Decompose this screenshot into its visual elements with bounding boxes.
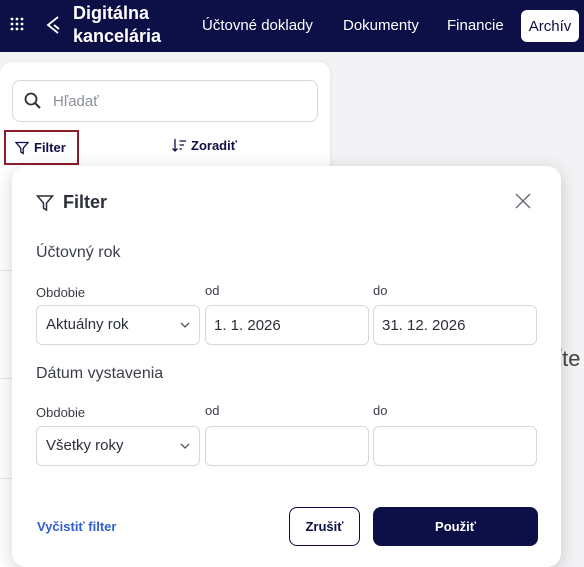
sort-button[interactable]: Zoradiť [172, 138, 237, 153]
section-title-uctovny-rok: Účtovný rok [36, 244, 121, 261]
search-placeholder: Hľadať [53, 93, 99, 110]
period-label: Obdobie [36, 285, 86, 300]
to-label: do [373, 283, 388, 298]
filter-button-label: Filter [34, 140, 66, 155]
section-title-datum-vystavenia: Dátum vystavenia [36, 365, 164, 382]
cancel-button[interactable]: Zrušiť [289, 507, 360, 546]
from-label: od [205, 403, 220, 418]
nav-item-dokumenty[interactable]: Dokumenty [343, 17, 419, 34]
date-to-value: 31. 12. 2026 [382, 317, 466, 334]
search-icon [24, 92, 41, 109]
period-select[interactable]: Aktuálny rok [36, 305, 200, 345]
apps-grid-icon[interactable] [10, 17, 24, 31]
from-label: od [205, 283, 220, 298]
date-from-input[interactable]: 1. 1. 2026 [205, 305, 369, 345]
period-select[interactable]: Všetky roky [36, 426, 200, 466]
funnel-icon [36, 194, 54, 211]
dialog-title: Filter [63, 192, 108, 212]
apply-button[interactable]: Použiť [373, 507, 538, 546]
date-to-input[interactable]: 31. 12. 2026 [373, 305, 537, 345]
date-from-input[interactable] [205, 426, 369, 466]
sort-icon [172, 139, 186, 152]
period-select-value: Aktuálny rok [46, 316, 129, 333]
scroll-fade [12, 476, 561, 506]
list-divider [0, 270, 12, 271]
date-from-value: 1. 1. 2026 [214, 317, 281, 334]
nav-item-archiv[interactable]: Archív [521, 10, 579, 42]
close-icon[interactable] [514, 192, 532, 210]
date-to-input[interactable] [373, 426, 537, 466]
nav-item-uctovne-doklady[interactable]: Účtovné doklady [202, 17, 313, 34]
search-input[interactable]: Hľadať [12, 80, 318, 122]
logo-icon [46, 16, 60, 34]
chevron-down-icon [180, 322, 190, 328]
list-divider [0, 478, 12, 479]
chevron-down-icon [180, 443, 190, 449]
top-navigation-bar: Digitálna kancelária Účtovné doklady Dok… [0, 0, 584, 52]
filter-button[interactable]: Filter [4, 130, 79, 165]
clear-filter-link[interactable]: Vyčistiť filter [37, 519, 116, 534]
funnel-icon [15, 141, 29, 155]
nav-item-financie[interactable]: Financie [447, 17, 504, 34]
app-title: Digitálna kancelária [73, 3, 162, 46]
period-select-value: Všetky roky [46, 437, 124, 454]
dialog-header: Filter [36, 192, 107, 213]
list-divider [0, 378, 12, 379]
period-label: Obdobie [36, 405, 86, 420]
to-label: do [373, 403, 388, 418]
sort-button-label: Zoradiť [191, 138, 237, 153]
filter-dialog: Filter Účtovný rok Obdobie od do Aktuáln… [12, 166, 561, 567]
